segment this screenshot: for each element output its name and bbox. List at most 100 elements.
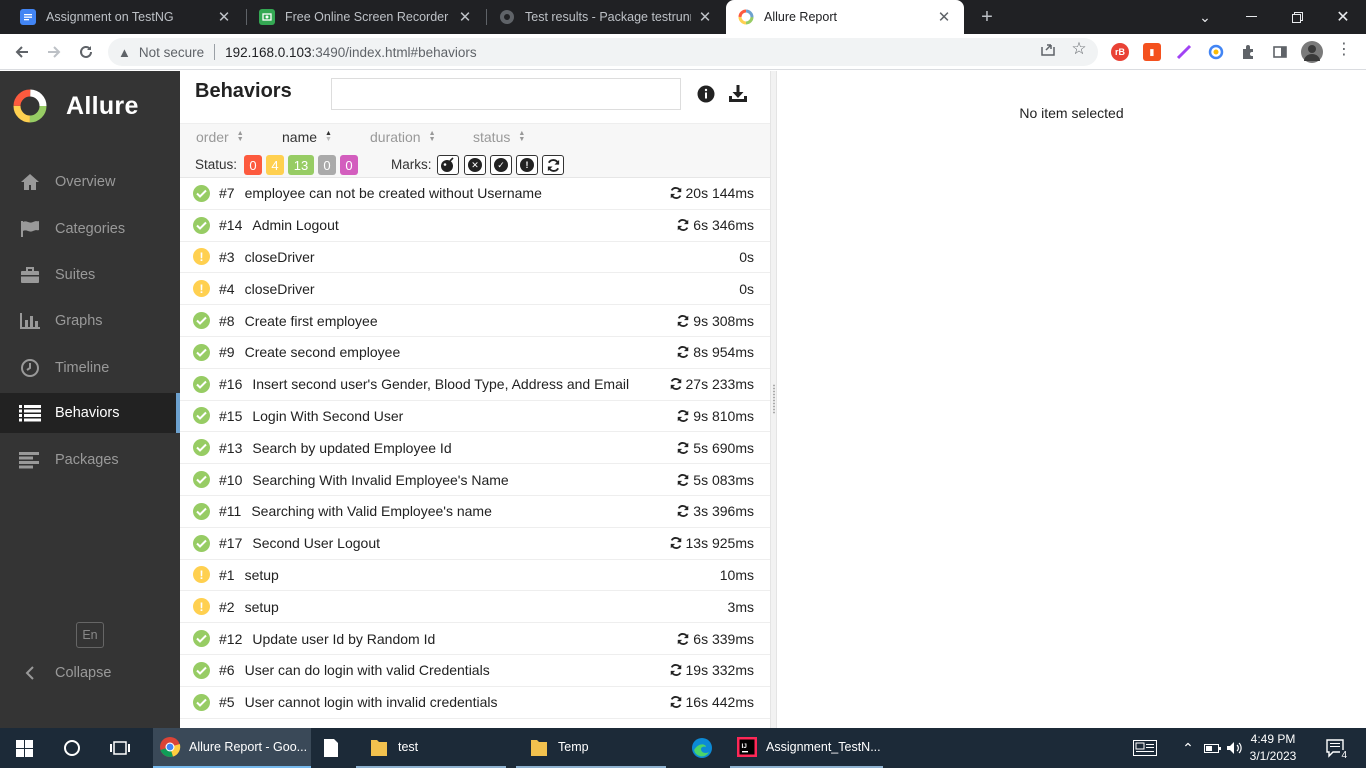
sort-by-duration[interactable]: duration ▲ ▼: [370, 129, 436, 145]
close-tab-icon[interactable]: ✕: [457, 8, 473, 26]
sidebar-item-timeline[interactable]: Timeline: [0, 348, 180, 388]
close-tab-icon[interactable]: ✕: [936, 8, 952, 26]
browser-menu-kebab-icon[interactable]: ⋮: [1335, 40, 1353, 58]
warning-triangle-icon[interactable]: ▲: [118, 45, 131, 60]
sidebar-item-behaviors[interactable]: Behaviors: [0, 393, 180, 433]
chevron-up-icon[interactable]: ⌃: [1178, 728, 1198, 768]
sort-by-status[interactable]: status ▲ ▼: [473, 129, 525, 145]
behavior-row[interactable]: #14 Admin Logout 6s 346ms: [180, 210, 770, 242]
tab-search-chevron-icon[interactable]: ⌄: [1182, 0, 1228, 34]
extension-red-icon[interactable]: rB: [1111, 43, 1129, 61]
sidebar-item-graphs[interactable]: Graphs: [0, 301, 180, 341]
browser-tab-allure-report[interactable]: Allure Report ✕: [726, 0, 964, 34]
marks-filter-label: Marks:: [391, 157, 432, 172]
mark-retries-toggle[interactable]: [542, 155, 564, 175]
action-center-button[interactable]: 4: [1318, 728, 1352, 768]
sidebar-item-suites[interactable]: Suites: [0, 255, 180, 295]
taskbar-item-file[interactable]: [313, 728, 349, 768]
browser-tab-assignment[interactable]: Assignment on TestNG ✕: [8, 0, 244, 34]
download-icon[interactable]: [727, 83, 749, 105]
reload-icon[interactable]: [74, 40, 98, 64]
sidebar-item-packages[interactable]: Packages: [0, 440, 180, 480]
search-button[interactable]: [48, 728, 96, 768]
minimize-icon[interactable]: [1228, 0, 1274, 34]
behavior-order: #2: [219, 598, 235, 615]
behavior-row[interactable]: #7 employee can not be created without Us…: [180, 178, 770, 210]
behavior-row[interactable]: #10 Searching With Invalid Employee's Nam…: [180, 464, 770, 496]
behavior-row[interactable]: #6 User can do login with valid Credentia…: [180, 655, 770, 687]
behavior-row[interactable]: ! #1 setup 10ms: [180, 560, 770, 592]
extension-colorful-icon[interactable]: [1207, 43, 1225, 61]
broken-exclamation-icon: !: [193, 598, 210, 616]
behavior-row[interactable]: #17 Second User Logout 13s 925ms: [180, 528, 770, 560]
collapse-label: Collapse: [55, 665, 112, 681]
browser-tab-test-results[interactable]: Test results - Package testrunner ✕: [487, 0, 725, 34]
search-input[interactable]: [331, 78, 681, 110]
mark-new-passed-toggle[interactable]: ✓: [490, 155, 512, 175]
mark-new-broken-toggle[interactable]: !: [516, 155, 538, 175]
allure-brand[interactable]: Allure: [12, 88, 139, 124]
close-tab-icon[interactable]: ✕: [216, 8, 232, 26]
status-failed-toggle[interactable]: 0: [244, 155, 262, 175]
behavior-row[interactable]: #15 Login With Second User 9s 810ms: [180, 401, 770, 433]
extension-tag-icon[interactable]: ▮: [1143, 43, 1161, 61]
behavior-row[interactable]: #13 Search by updated Employee Id 5s 690ms: [180, 432, 770, 465]
close-window-icon[interactable]: ✕: [1320, 0, 1366, 34]
restore-icon[interactable]: [1274, 0, 1320, 34]
retries-icon: [547, 158, 559, 172]
keyboard-layout-icon[interactable]: [1128, 728, 1162, 768]
taskbar-item-folder-temp[interactable]: Temp: [516, 728, 666, 768]
mark-new-failed-toggle[interactable]: ✕: [464, 155, 486, 175]
status-passed-toggle[interactable]: 13: [288, 155, 314, 175]
behavior-row[interactable]: #9 Create second employee 8s 954ms: [180, 337, 770, 369]
profile-avatar[interactable]: [1301, 41, 1323, 63]
sidebar-item-overview[interactable]: Overview: [0, 162, 180, 202]
behavior-duration: 10ms: [719, 566, 754, 583]
forward-arrow-icon[interactable]: [42, 40, 66, 64]
sort-by-order[interactable]: order ▲ ▼: [196, 129, 244, 145]
behavior-duration: 13s 925ms: [685, 535, 754, 552]
new-tab-plus-icon[interactable]: +: [976, 6, 998, 28]
taskbar-item-chrome[interactable]: Allure Report - Goo...: [153, 728, 311, 768]
close-tab-icon[interactable]: ✕: [697, 8, 713, 26]
status-broken-toggle[interactable]: 4: [266, 155, 284, 175]
behavior-row[interactable]: #16 Insert second user's Gender, Blood Ty…: [180, 369, 770, 401]
side-panel-icon[interactable]: [1271, 43, 1289, 61]
taskbar-item-folder-test[interactable]: test: [356, 728, 506, 768]
behavior-row[interactable]: #11 Searching with Valid Employee's name 3…: [180, 496, 770, 528]
taskbar-item-edge[interactable]: [684, 728, 720, 768]
sidebar-item-categories[interactable]: Categories: [0, 209, 180, 249]
behavior-row[interactable]: ! #3 closeDriver 0s: [180, 242, 770, 274]
share-icon[interactable]: [1039, 40, 1057, 58]
behavior-row[interactable]: #8 Create first employee 9s 308ms: [180, 305, 770, 337]
task-view-button[interactable]: [96, 728, 144, 768]
mark-flaky-toggle[interactable]: [437, 155, 459, 175]
battery-icon[interactable]: [1202, 728, 1224, 768]
extensions-puzzle-icon[interactable]: [1239, 43, 1257, 61]
system-clock[interactable]: 4:49 PM 3/1/2023: [1240, 731, 1306, 765]
browser-tab-screen-recorder[interactable]: Free Online Screen Recorder | Onl ✕: [247, 0, 485, 34]
retries-icon: [669, 536, 683, 550]
back-arrow-icon[interactable]: [10, 40, 34, 64]
behavior-row[interactable]: #5 User cannot login with invalid credent…: [180, 687, 770, 719]
behavior-row[interactable]: #12 Update user Id by Random Id 6s 339ms: [180, 623, 770, 655]
pane-splitter[interactable]: [770, 71, 777, 728]
start-button[interactable]: [0, 728, 48, 768]
extension-pen-icon[interactable]: [1175, 43, 1193, 61]
behavior-row[interactable]: ! #2 setup 3ms: [180, 591, 770, 624]
sort-by-name[interactable]: name ▲ ▼: [282, 129, 332, 145]
behavior-name: Second User Logout: [252, 535, 380, 552]
language-switcher[interactable]: En: [76, 622, 104, 648]
clock-icon: [19, 358, 41, 378]
info-icon[interactable]: [695, 83, 717, 105]
taskbar-item-label: Temp: [558, 740, 589, 754]
status-skipped-toggle[interactable]: 0: [318, 155, 336, 175]
retries-icon: [676, 345, 690, 359]
behavior-row[interactable]: ! #4 closeDriver 0s: [180, 273, 770, 306]
sidebar-item-label: Overview: [55, 174, 116, 190]
taskbar-item-intellij[interactable]: IJ Assignment_TestN...: [730, 728, 883, 768]
bookmark-star-icon[interactable]: ☆: [1070, 39, 1088, 58]
address-bar[interactable]: ▲ Not secure 192.168.0.103:3490/index.ht…: [108, 38, 1098, 66]
status-unknown-toggle[interactable]: 0: [340, 155, 358, 175]
collapse-sidebar-button[interactable]: Collapse: [0, 653, 180, 693]
